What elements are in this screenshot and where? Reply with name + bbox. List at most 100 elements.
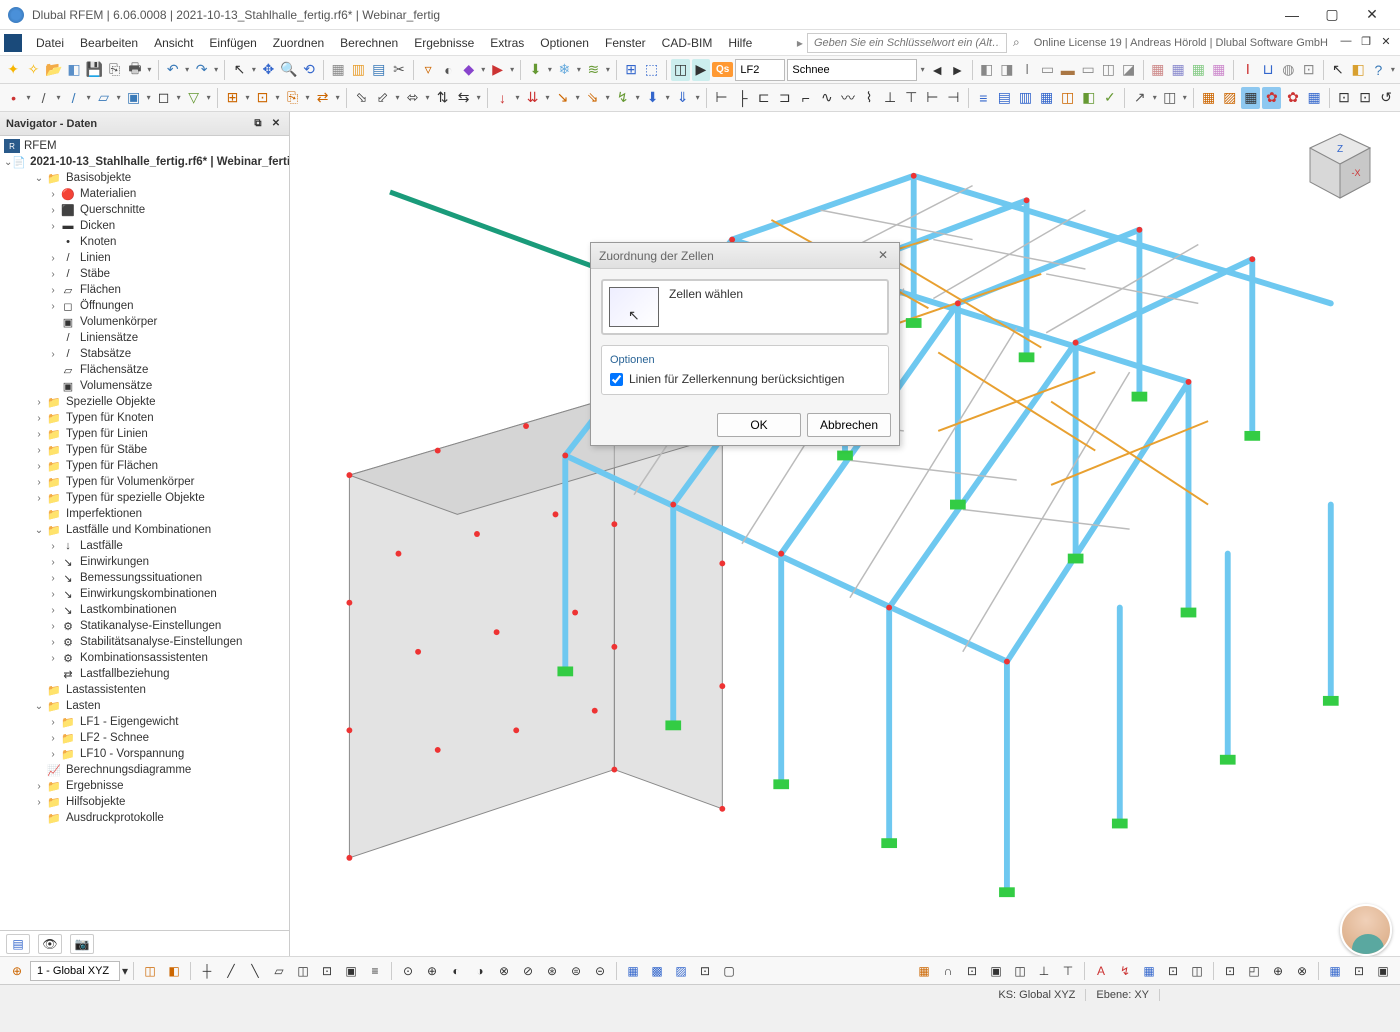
tree-item[interactable]: ›◻Öffnungen — [4, 298, 285, 314]
solid-icon[interactable]: ▣ — [124, 87, 143, 109]
dialog-titlebar[interactable]: Zuordnung der Zellen ✕ — [591, 243, 899, 269]
d1-icon[interactable]: ↗ — [1130, 87, 1149, 109]
navigation-cube[interactable]: Z -X — [1300, 126, 1380, 206]
edit1-icon[interactable]: ⬂ — [352, 87, 371, 109]
edit3-icon[interactable]: ⬄ — [403, 87, 422, 109]
r17-icon[interactable]: ▦ — [1324, 960, 1346, 982]
tree-item[interactable]: ›📁Spezielle Objekte — [4, 394, 285, 410]
g4-icon[interactable]: ✿ — [1262, 87, 1281, 109]
tree-item[interactable]: ›📁Typen für Knoten — [4, 410, 285, 426]
select-cells-icon[interactable] — [609, 287, 659, 327]
tree-item[interactable]: ›/Stäbe — [4, 266, 285, 282]
print-icon[interactable]: 🖶 — [126, 59, 144, 81]
misc1-icon[interactable]: ◧ — [977, 59, 995, 81]
disp3-icon[interactable]: ▨ — [670, 960, 692, 982]
dialog-close-icon[interactable]: ✕ — [875, 248, 891, 264]
expander-icon[interactable]: › — [32, 429, 46, 440]
tree-item[interactable]: ›⚙Statikanalyse-Einstellungen — [4, 618, 285, 634]
surface-icon[interactable]: ▱ — [94, 87, 113, 109]
expander-icon[interactable]: › — [46, 349, 60, 360]
tree-item[interactable]: ›/Stabsätze — [4, 346, 285, 362]
rotate-icon[interactable]: ⟲ — [300, 59, 318, 81]
dim9-icon[interactable]: ⊥ — [881, 87, 900, 109]
r16-icon[interactable]: ⊗ — [1291, 960, 1313, 982]
menu-bearbeiten[interactable]: Bearbeiten — [72, 32, 146, 54]
checkbox-input[interactable] — [610, 373, 623, 386]
r19-icon[interactable]: ▣ — [1372, 960, 1394, 982]
mdi-close-icon[interactable]: ✕ — [1378, 35, 1394, 51]
r8-icon[interactable]: A — [1090, 960, 1112, 982]
tree-item[interactable]: ›📁Typen für spezielle Objekte — [4, 490, 285, 506]
d2-icon[interactable]: ◫ — [1160, 87, 1179, 109]
addon-icon[interactable]: ◆ — [460, 59, 478, 81]
misc8-icon[interactable]: ▦ — [1210, 59, 1228, 81]
r18-icon[interactable]: ⊡ — [1348, 960, 1370, 982]
visibility-icon[interactable]: ◐ — [439, 59, 457, 81]
dim4-icon[interactable]: ⊐ — [775, 87, 794, 109]
edit5-icon[interactable]: ⇆ — [454, 87, 473, 109]
tree-item[interactable]: ⌄📁Lasten — [4, 698, 285, 714]
expander-icon[interactable]: › — [46, 205, 60, 216]
zoom-icon[interactable]: 🔍 — [280, 59, 298, 81]
maximize-button[interactable]: ▢ — [1312, 1, 1352, 29]
concrete-icon[interactable]: ▭ — [1038, 59, 1056, 81]
disp5-icon[interactable]: ▢ — [718, 960, 740, 982]
expander-icon[interactable]: › — [32, 397, 46, 408]
viewport-3d[interactable]: Z -X X Y Z X Y Z — [290, 112, 1400, 956]
dim5-icon[interactable]: ⌐ — [796, 87, 815, 109]
cancel-button[interactable]: Abbrechen — [807, 413, 891, 437]
v3-icon[interactable]: ▥ — [1016, 87, 1035, 109]
g6-icon[interactable]: ▦ — [1305, 87, 1324, 109]
misc3-icon[interactable]: ◫ — [1099, 59, 1117, 81]
steel-icon[interactable]: Ⅰ — [1018, 59, 1036, 81]
expander-icon[interactable]: ⌄ — [32, 525, 46, 536]
b7-icon[interactable]: ▣ — [340, 960, 362, 982]
tree-item[interactable]: ⌄📁Lastfälle und Kombinationen — [4, 522, 285, 538]
results-toggle-icon[interactable]: ◫ — [671, 59, 689, 81]
v7-icon[interactable]: ✓ — [1100, 87, 1119, 109]
r12-icon[interactable]: ◫ — [1186, 960, 1208, 982]
new-file-icon[interactable]: ✦ — [4, 59, 22, 81]
generate-icon[interactable]: ⊡ — [253, 87, 272, 109]
member-icon[interactable]: / — [64, 87, 83, 109]
save-all-icon[interactable]: ⎘ — [105, 59, 123, 81]
r3-icon[interactable]: ⊡ — [961, 960, 983, 982]
dim10-icon[interactable]: ⊤ — [902, 87, 921, 109]
tree-root[interactable]: R RFEM — [4, 138, 285, 154]
expander-icon[interactable]: › — [46, 573, 60, 584]
support-icon[interactable]: ▽ — [184, 87, 203, 109]
tree-item[interactable]: ›📁Typen für Stäbe — [4, 442, 285, 458]
navigator-icon[interactable]: ▥ — [349, 59, 367, 81]
checkbox-lines-for-cell-detection[interactable]: Linien für Zellerkennung berücksichtigen — [610, 372, 880, 386]
tree-item[interactable]: ›↘Bemessungssituationen — [4, 570, 285, 586]
tree-item[interactable]: /Liniensätze — [4, 330, 285, 346]
cube-icon[interactable]: ◧ — [1349, 59, 1367, 81]
minimize-button[interactable]: — — [1272, 1, 1312, 29]
node-icon[interactable]: • — [4, 87, 23, 109]
v5-icon[interactable]: ◫ — [1058, 87, 1077, 109]
g2-icon[interactable]: ▨ — [1220, 87, 1239, 109]
v2-icon[interactable]: ▤ — [995, 87, 1014, 109]
load4-icon[interactable]: ⇘ — [583, 87, 602, 109]
nav-tab-data[interactable]: ▤ — [6, 934, 30, 954]
expander-icon[interactable]: › — [46, 717, 60, 728]
dim12-icon[interactable]: ⊣ — [944, 87, 963, 109]
tree-item[interactable]: ›📁Typen für Linien — [4, 426, 285, 442]
g1-icon[interactable]: ▦ — [1199, 87, 1218, 109]
load6-icon[interactable]: ⬇ — [643, 87, 662, 109]
tree-item[interactable]: ›📁Ergebnisse — [4, 778, 285, 794]
menu-optionen[interactable]: Optionen — [532, 32, 597, 54]
snap6-icon[interactable]: ⊘ — [517, 960, 539, 982]
expander-icon[interactable]: › — [46, 221, 60, 232]
filter-icon[interactable]: ▿ — [419, 59, 437, 81]
load7-icon[interactable]: ⇓ — [673, 87, 692, 109]
navigator-pin-icon[interactable]: ⧉ — [251, 117, 265, 131]
next-lc-icon[interactable]: ► — [948, 59, 966, 81]
v1-icon[interactable]: ≡ — [974, 87, 993, 109]
info-icon[interactable]: ? — [1369, 59, 1387, 81]
load5-icon[interactable]: ↯ — [613, 87, 632, 109]
r2-icon[interactable]: ∩ — [937, 960, 959, 982]
cursor-icon[interactable]: ↖ — [230, 59, 248, 81]
cursor2-icon[interactable]: ↖ — [1329, 59, 1347, 81]
h3-icon[interactable]: ↺ — [1377, 87, 1396, 109]
